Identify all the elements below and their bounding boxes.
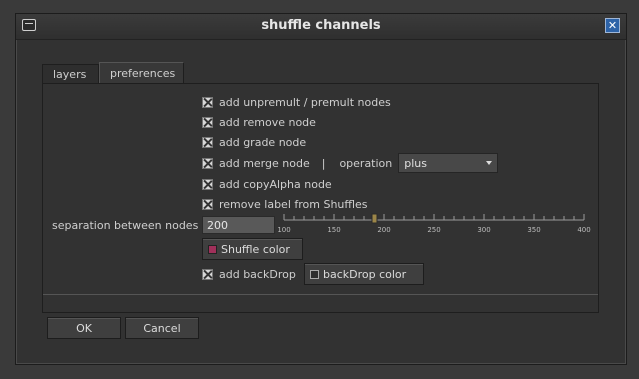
operation-label: operation [339,156,393,170]
tab-layers[interactable]: layers [42,64,99,83]
slider-tick-label: 100 [277,226,290,234]
shuffle-color-swatch [208,244,217,254]
window-title: shuffle channels [261,18,381,33]
separation-input[interactable] [202,216,275,234]
option-label: add copyAlpha node [219,177,332,191]
backdrop-color-label: backDrop color [323,267,407,281]
slider-tick-label: 300 [477,226,490,234]
remove-label-checkbox[interactable] [202,198,213,210]
backdrop-color-button[interactable]: backDrop color [304,263,424,285]
unpremult-checkbox[interactable] [202,96,213,108]
separator: | [321,156,326,170]
separation-slider[interactable]: 100 150 200 250 300 350 400 [277,213,591,237]
slider-tick-label: 150 [327,226,340,234]
slider-tick-label: 200 [377,226,390,234]
close-icon: ✕ [607,19,618,32]
cancel-button[interactable]: Cancel [125,317,199,339]
close-button[interactable]: ✕ [605,18,620,33]
ok-button[interactable]: OK [47,317,121,339]
slider-tick-label: 350 [527,226,540,234]
shuffle-color-button[interactable]: Shuffle color [202,238,303,260]
option-row: add remove node [202,114,316,130]
separation-label-text: separation between nodes [52,218,199,232]
divider [43,294,598,295]
slider-tick-label: 250 [427,226,440,234]
option-row: add unpremult / premult nodes [202,94,391,110]
backdrop-label: add backDrop [219,267,296,281]
option-row: add merge node | operation plus [202,153,499,173]
option-row: add copyAlpha node [202,176,332,192]
slider-track[interactable]: 100 150 200 250 300 350 400 [277,213,591,237]
chevron-down-icon [486,161,493,165]
merge-node-checkbox[interactable] [202,157,213,169]
slider-handle[interactable] [371,213,378,224]
backdrop-checkbox[interactable] [202,268,213,280]
title-bar: shuffle channels ✕ [16,14,626,40]
option-label: add unpremult / premult nodes [219,95,391,109]
tab-preferences[interactable]: preferences [99,62,184,83]
shuffle-channels-dialog: shuffle channels ✕ layers preferences ad… [15,13,627,365]
shuffle-color-label: Shuffle color [221,242,290,256]
operation-select[interactable]: plus [398,153,499,173]
option-label: remove label from Shuffles [219,197,368,211]
operation-value: plus [404,156,428,170]
option-row: remove label from Shuffles [202,196,368,212]
option-label: add merge node [219,156,310,170]
copyalpha-checkbox[interactable] [202,178,213,190]
backdrop-color-swatch [310,269,319,279]
option-row: add grade node [202,134,306,150]
option-label: add grade node [219,135,307,149]
slider-tick-label: 400 [577,226,590,234]
remove-node-checkbox[interactable] [202,116,213,128]
option-label: add remove node [219,115,316,129]
backdrop-row: add backDrop [202,266,296,282]
preferences-panel: add unpremult / premult nodes add remove… [42,83,599,313]
grade-node-checkbox[interactable] [202,136,213,148]
separation-label: separation between nodes [52,217,198,233]
